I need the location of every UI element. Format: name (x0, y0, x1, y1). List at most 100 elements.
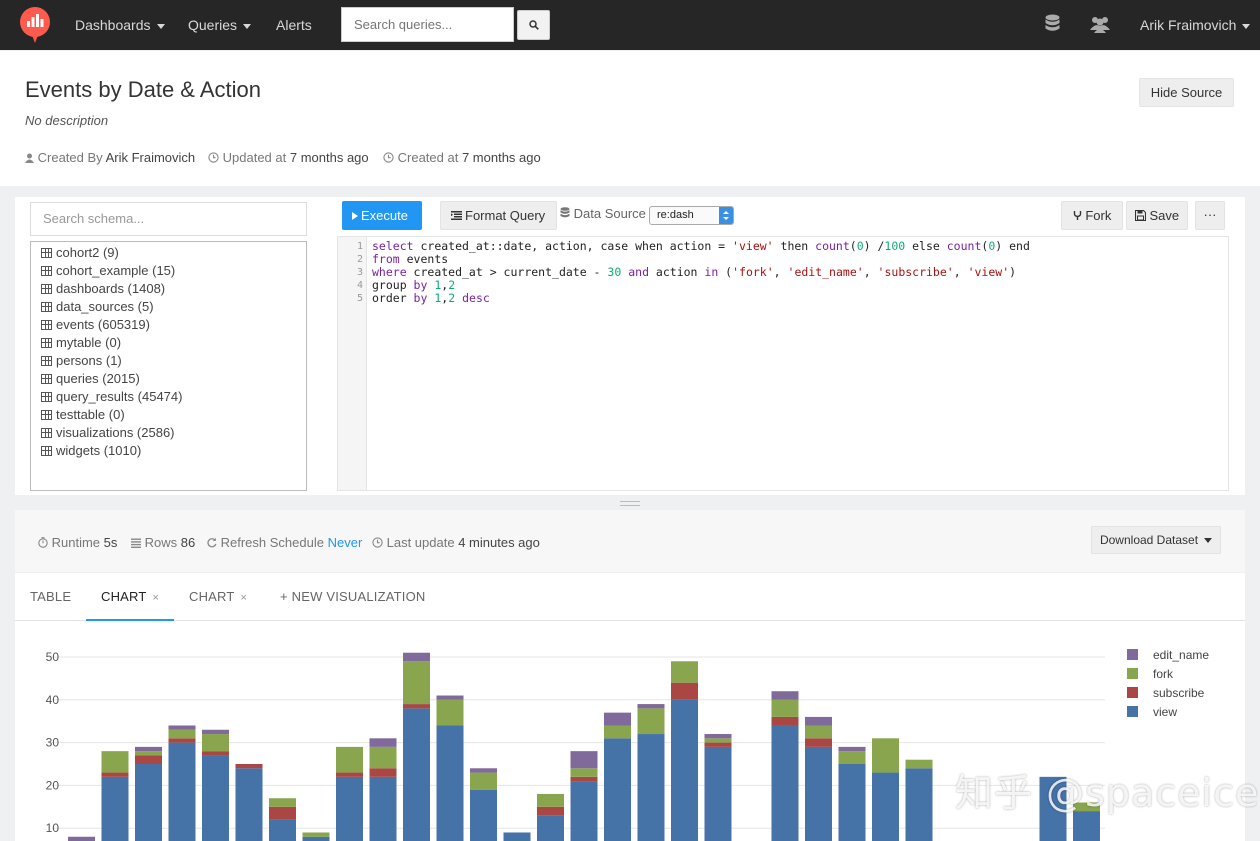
bar-edit_name (369, 738, 397, 747)
hide-source-button[interactable]: Hide Source (1139, 78, 1234, 107)
bar-view (135, 764, 162, 841)
bar-subscribe (704, 742, 732, 747)
bar-fork (771, 699, 799, 717)
data-source-select[interactable]: re:dash (649, 206, 734, 225)
schema-table-item[interactable]: cohort_example (15) (31, 262, 306, 280)
indent-icon (451, 211, 462, 220)
bar-fork (202, 734, 229, 752)
code-editor[interactable]: 1 2 3 4 5 select created_at::date, actio… (337, 236, 1229, 491)
bar-view (235, 768, 263, 841)
user-icon (25, 153, 34, 163)
bar-fork (168, 729, 196, 739)
schema-browser[interactable]: cohort2 (9) cohort_example (15) dashboards… (30, 241, 307, 491)
bar-edit_name (403, 652, 430, 662)
bar-fork (872, 738, 899, 773)
tab-new-visualization[interactable]: + NEW VISUALIZATION (280, 573, 426, 621)
schema-table-item[interactable]: widgets (1010) (31, 442, 306, 460)
bar-subscribe (135, 755, 162, 764)
created-at: Created at 7 months ago (383, 150, 541, 165)
schema-table-item[interactable]: queries (2015) (31, 370, 306, 388)
schema-table-item[interactable]: dashboards (1408) (31, 280, 306, 298)
bar-fork (905, 759, 933, 769)
search-input[interactable] (341, 7, 514, 42)
code-lines[interactable]: select created_at::date, action, case wh… (372, 240, 1030, 305)
bar-subscribe (235, 764, 263, 769)
page-title[interactable]: Events by Date & Action (25, 77, 261, 103)
bar-fork (704, 738, 732, 743)
nav-dashboards[interactable]: Dashboards (75, 0, 165, 50)
schema-table-item[interactable]: cohort2 (9) (31, 244, 306, 262)
table-icon (41, 392, 52, 402)
tab-chart-2[interactable]: CHART × (189, 573, 247, 621)
schema-table-item[interactable]: persons (1) (31, 352, 306, 370)
bar-view (269, 819, 296, 841)
bar-edit_name (168, 725, 196, 730)
results-metadata: Runtime 5s Rows 86 Refresh Schedule Neve… (15, 510, 1245, 572)
bar-view (872, 772, 899, 841)
list-icon (131, 538, 141, 548)
bar-edit_name (470, 768, 497, 773)
schema-table-item[interactable]: visualizations (2586) (31, 424, 306, 442)
close-icon[interactable]: × (153, 592, 160, 604)
download-dataset-button[interactable]: Download Dataset (1091, 526, 1221, 554)
y-tick-label: 40 (46, 693, 60, 707)
table-icon (41, 410, 52, 420)
clock-icon (383, 152, 394, 163)
database-icon[interactable] (1045, 14, 1060, 34)
users-icon[interactable] (1090, 14, 1110, 34)
nav-alerts[interactable]: Alerts (276, 0, 312, 50)
save-button[interactable]: Save (1126, 201, 1188, 230)
schema-search-input[interactable]: Search schema... (30, 202, 307, 236)
bar-view (503, 832, 531, 841)
select-arrows-icon (719, 207, 733, 224)
schema-table-item[interactable]: data_sources (5) (31, 298, 306, 316)
bar-view (637, 734, 665, 841)
tab-table[interactable]: TABLE (30, 573, 71, 621)
search-button[interactable] (517, 10, 550, 40)
editor-panel: Search schema... cohort2 (9) cohort_examp… (15, 197, 1245, 495)
format-query-button[interactable]: Format Query (440, 201, 557, 230)
bar-view (336, 776, 363, 841)
bar-edit_name (436, 695, 464, 700)
bar-fork (135, 751, 162, 756)
fork-button[interactable]: Fork (1061, 201, 1123, 230)
bar-view (403, 708, 430, 841)
top-navbar: Dashboards Queries Alerts Arik Fraimovic… (0, 0, 1260, 50)
bar-fork (302, 832, 330, 837)
refresh-schedule-link[interactable]: Never (328, 535, 363, 550)
schema-table-item[interactable]: mytable (0) (31, 334, 306, 352)
nav-queries[interactable]: Queries (188, 0, 252, 50)
schema-table-item[interactable]: query_results (45474) (31, 388, 306, 406)
user-menu[interactable]: Arik Fraimovich (1140, 0, 1251, 50)
bar-subscribe (202, 751, 229, 756)
clock-icon (208, 152, 219, 163)
code-line: order by 1,2 desc (372, 291, 490, 305)
schema-table-item[interactable]: events (605319) (31, 316, 306, 334)
table-icon (41, 266, 52, 276)
row-count: Rows 86 (131, 535, 195, 550)
code-line: where created_at > current_date - 30 and… (372, 265, 1017, 279)
bar-view (905, 768, 933, 841)
chevron-down-icon (156, 23, 165, 29)
bar-edit_name (838, 746, 866, 752)
resize-handle[interactable] (620, 501, 640, 506)
bar-subscribe (771, 716, 799, 726)
logo-icon[interactable] (18, 6, 52, 44)
play-icon (352, 212, 358, 220)
code-line: select created_at::date, action, case wh… (372, 239, 1030, 253)
more-options-button[interactable]: ··· (1195, 201, 1225, 230)
bar-edit_name (771, 691, 799, 700)
bar-edit_name (570, 751, 598, 769)
schema-table-item[interactable]: testtable (0) (31, 406, 306, 424)
bar-view (168, 742, 196, 841)
legend-label: edit_name (1153, 648, 1209, 662)
bar-fork (101, 751, 129, 773)
query-description[interactable]: No description (25, 113, 108, 128)
bar-edit_name (202, 729, 229, 735)
close-icon[interactable]: × (241, 592, 248, 604)
execute-button[interactable]: Execute (342, 201, 422, 230)
bar-view (436, 725, 464, 841)
tab-chart-1[interactable]: CHART × (86, 573, 175, 621)
bar-edit_name (68, 836, 95, 841)
author-name: Arik Fraimovich (105, 150, 196, 165)
